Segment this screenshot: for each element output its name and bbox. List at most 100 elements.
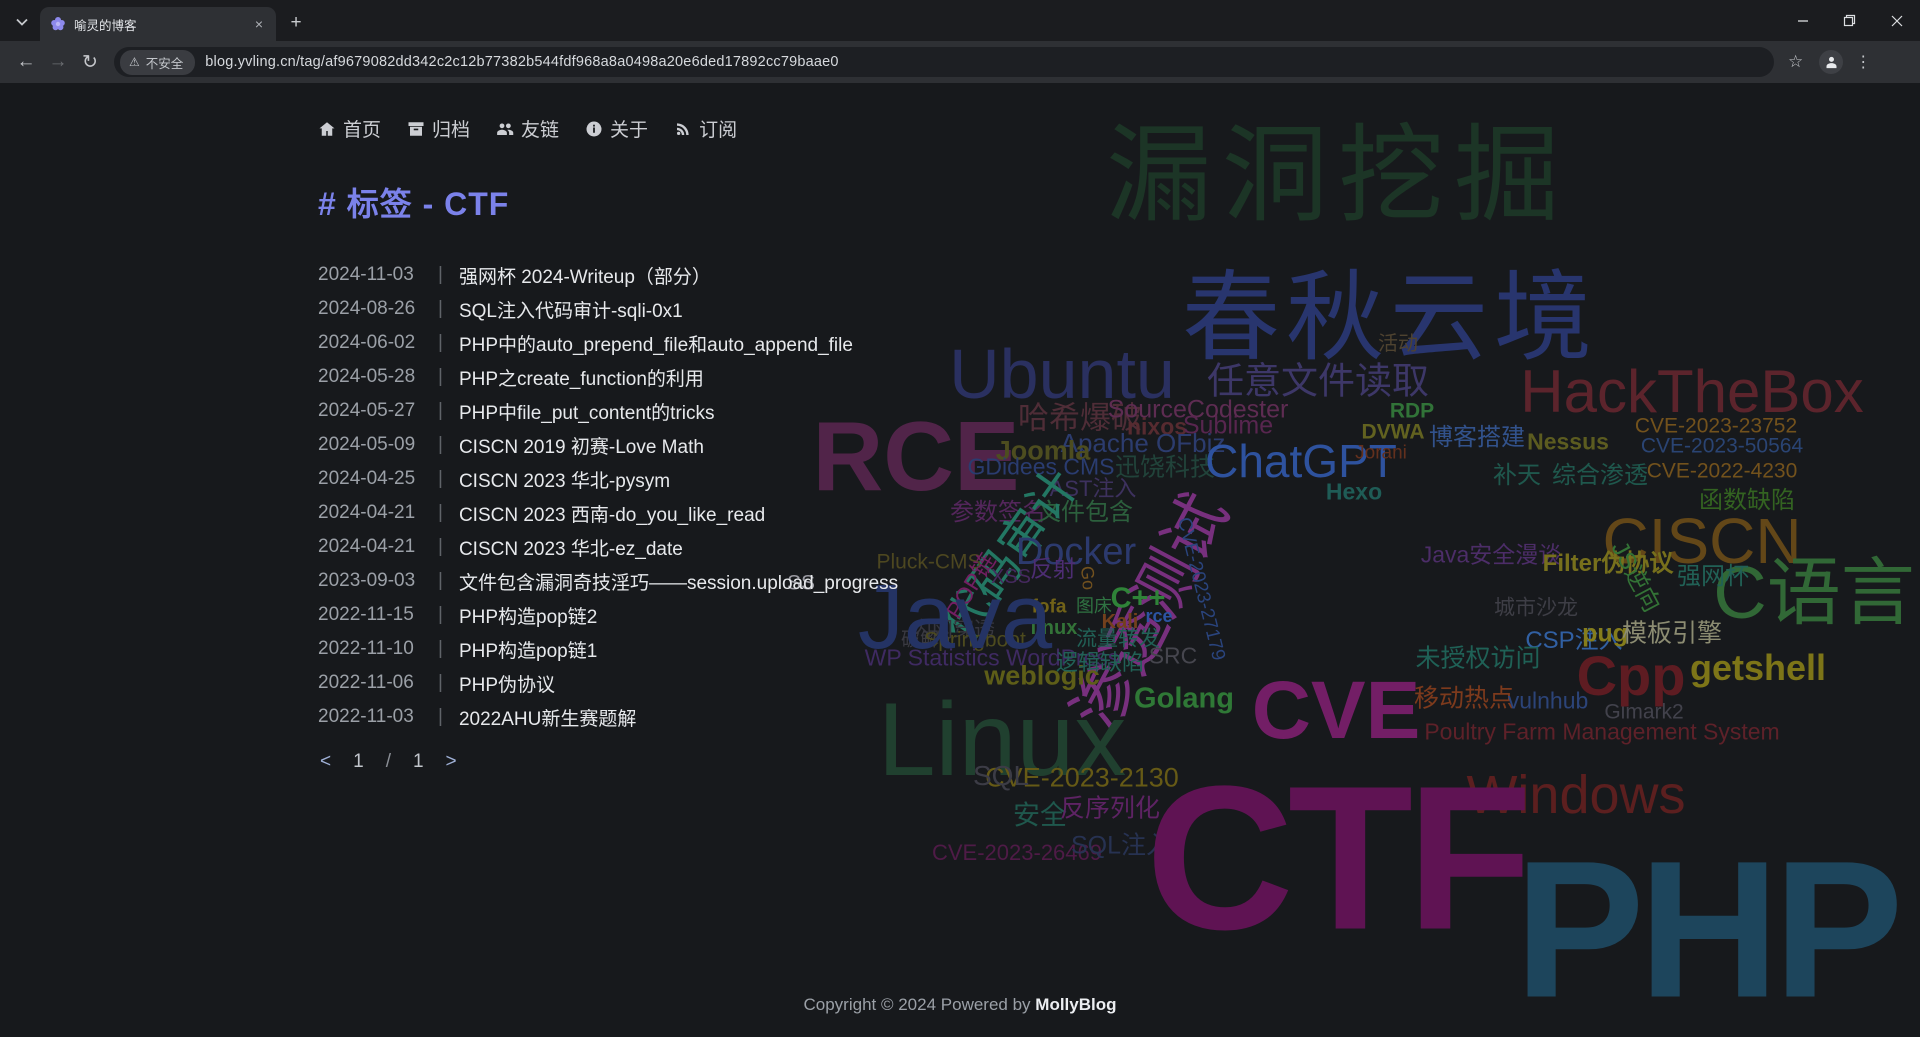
post-list-item[interactable]: 2022-11-15 | PHP构造pop链2 <box>318 598 1418 632</box>
browser-tab[interactable]: 喻灵的博客 × <box>40 7 276 41</box>
post-title-link[interactable]: PHP构造pop链1 <box>459 636 597 663</box>
nav-item-friends[interactable]: 友链 <box>496 115 559 142</box>
profile-avatar[interactable] <box>1819 50 1843 74</box>
nav-item-rss[interactable]: 订阅 <box>674 115 737 142</box>
post-list-item[interactable]: 2024-08-26 | SQL注入代码审计-sqli-0x1 <box>318 292 1418 326</box>
new-tab-button[interactable]: + <box>282 8 310 36</box>
forward-button[interactable]: → <box>42 46 74 78</box>
post-list-item[interactable]: 2024-11-03|强网杯 2024-Writeup（部分） <box>318 258 1418 292</box>
nav-item-label: 首页 <box>343 115 381 142</box>
post-separator: | <box>438 298 443 320</box>
next-page-button[interactable]: > <box>446 751 457 773</box>
main-navigation: 首页 归档 友链关于 订阅 <box>318 115 737 142</box>
post-list-item[interactable]: 2022-11-06 | PHP伪协议 <box>318 666 1418 700</box>
post-date: 2024-08-26 <box>318 298 422 320</box>
info-icon <box>585 120 603 138</box>
nav-item-label: 订阅 <box>699 115 737 142</box>
post-title-link[interactable]: PHP构造pop链2 <box>459 602 597 629</box>
post-title-link[interactable]: CISCN 2023 华北-pysym <box>459 466 670 493</box>
close-window-button[interactable] <box>1873 0 1920 41</box>
warning-icon: ⚠ <box>129 55 140 69</box>
post-separator: | <box>438 502 443 524</box>
post-date: 2024-05-27 <box>318 400 422 422</box>
current-page: 1 <box>353 751 364 773</box>
post-list-item[interactable]: 2024-06-02 | PHP中的auto_prepend_file和auto_a… <box>318 326 1418 360</box>
mollyblog-link[interactable]: MollyBlog <box>1035 995 1116 1014</box>
post-title-link[interactable]: SQL注入代码审计-sqli-0x1 <box>459 296 683 323</box>
footer: Copyright © 2024 Powered by MollyBlog <box>0 995 1920 1015</box>
address-bar[interactable]: ⚠ 不安全 blog.yvling.cn/tag/af9679082dd342c… <box>114 47 1774 77</box>
users-icon <box>496 120 514 138</box>
prev-page-button[interactable]: < <box>320 751 331 773</box>
page-separator: / <box>386 751 391 773</box>
browser-menu-icon[interactable]: ⋮ <box>1855 52 1871 72</box>
blog-page: 首页归档友链关于订阅 # 标签 - CTF 2024-11-03|强网杯 202… <box>0 83 1920 1037</box>
post-separator: | <box>438 332 443 354</box>
post-date: 2024-04-21 <box>318 502 422 524</box>
post-title-link[interactable]: PHP之create_function的利用 <box>459 364 704 391</box>
home-icon <box>318 120 336 138</box>
post-title-link[interactable]: 2022AHU新生赛题解 <box>459 704 636 731</box>
post-title-link[interactable]: PHP中file_put_content的tricks <box>459 398 715 425</box>
post-list-item[interactable]: 2024-05-27|PHP中file_put_content的tricks <box>318 394 1418 428</box>
reload-button[interactable]: ↻ <box>74 46 106 78</box>
post-date: 2024-04-25 <box>318 468 422 490</box>
post-separator: | <box>438 604 443 626</box>
post-title-link[interactable]: PHP中的auto_prepend_file和auto_append_file <box>459 330 853 357</box>
post-list: 2024-11-03|强网杯 2024-Writeup（部分）2024-08-2… <box>318 258 1418 734</box>
total-pages: 1 <box>413 751 424 773</box>
post-title-link[interactable]: CISCN 2023 华北-ez_date <box>459 534 683 561</box>
nav-item-home[interactable]: 首页 <box>318 115 381 142</box>
post-separator: | <box>438 638 443 660</box>
post-separator: | <box>438 434 443 456</box>
restore-button[interactable] <box>1826 0 1873 41</box>
minimize-button[interactable] <box>1779 0 1826 41</box>
post-date: 2024-06-02 <box>318 332 422 354</box>
post-list-item[interactable]: 2024-04-21 | CISCN 2023 西南-do_you_like_rea… <box>318 496 1418 530</box>
post-title-link[interactable]: PHP伪协议 <box>459 670 555 697</box>
nav-item-about[interactable]: 关于 <box>585 115 648 142</box>
page-title: # 标签 - CTF <box>318 179 509 225</box>
tab-close-icon[interactable]: × <box>250 15 268 33</box>
browser-chrome: 喻灵的博客 × + ← → ↻ ⚠ 不安全 <box>0 0 1920 83</box>
post-list-item[interactable]: 2024-04-25 | CISCN 2023 华北-pysym <box>318 462 1418 496</box>
post-list-item[interactable]: 2023-09-03 | 文件包含漏洞奇技淫巧——session.upload_pr… <box>318 564 1418 598</box>
post-separator: | <box>438 468 443 490</box>
rss-icon <box>674 120 692 138</box>
window-controls <box>1779 0 1920 41</box>
post-date: 2022-11-15 <box>318 604 422 626</box>
post-date: 2024-05-09 <box>318 434 422 456</box>
post-separator: | <box>438 706 443 728</box>
chevron-down-icon <box>16 14 28 29</box>
back-button[interactable]: ← <box>10 46 42 78</box>
post-title-link[interactable]: 文件包含漏洞奇技淫巧——session.upload_progress <box>459 568 898 595</box>
site-favicon-flower-icon <box>50 16 66 32</box>
security-chip[interactable]: ⚠ 不安全 <box>120 50 195 75</box>
post-date: 2024-04-21 <box>318 536 422 558</box>
post-separator: | <box>438 672 443 694</box>
post-list-item[interactable]: 2024-05-09 | CISCN 2019 初赛-Love Math <box>318 428 1418 462</box>
post-date: 2022-11-06 <box>318 672 422 694</box>
post-list-item[interactable]: 2024-04-21|CISCN 2023 华北-ez_date <box>318 530 1418 564</box>
url-text[interactable]: blog.yvling.cn/tag/af9679082dd342c2c12b7… <box>205 54 838 70</box>
post-list-item[interactable]: 2022-11-03 | 2022AHU新生赛题解 <box>318 700 1418 734</box>
post-list-item[interactable]: 2024-05-28 | PHP之create_function的利用 <box>318 360 1418 394</box>
tab-search-button[interactable] <box>8 7 36 35</box>
post-date: 2024-11-03 <box>318 264 422 286</box>
security-label: 不安全 <box>146 53 184 72</box>
post-date: 2024-05-28 <box>318 366 422 388</box>
pagination: < 1 / 1 > <box>320 751 457 773</box>
post-date: 2023-09-03 <box>318 570 422 592</box>
post-title-link[interactable]: CISCN 2019 初赛-Love Math <box>459 432 704 459</box>
post-separator: | <box>438 570 443 592</box>
bookmark-star-icon[interactable]: ☆ <box>1788 52 1803 72</box>
nav-item-archive[interactable]: 归档 <box>407 115 470 142</box>
copyright-text: Copyright © 2024 Powered by <box>804 995 1036 1014</box>
post-separator: | <box>438 366 443 388</box>
post-title-link[interactable]: 强网杯 2024-Writeup（部分） <box>459 262 711 289</box>
nav-item-label: 友链 <box>521 115 559 142</box>
post-date: 2022-11-03 <box>318 706 422 728</box>
post-title-link[interactable]: CISCN 2023 西南-do_you_like_read <box>459 500 765 527</box>
post-list-item[interactable]: 2022-11-10|PHP构造pop链1 <box>318 632 1418 666</box>
nav-item-label: 归档 <box>432 115 470 142</box>
